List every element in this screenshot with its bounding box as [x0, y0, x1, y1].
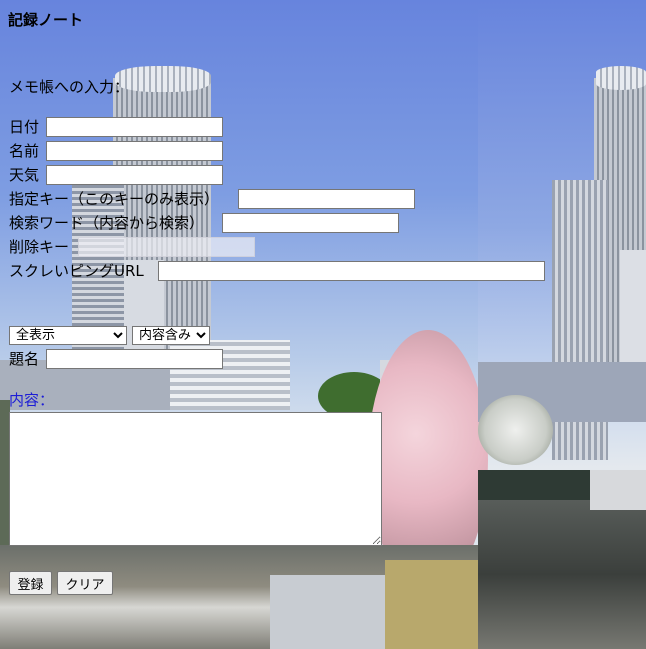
search-input[interactable]	[222, 213, 399, 233]
clear-button[interactable]: クリア	[57, 571, 113, 595]
name-label: 名前	[9, 142, 40, 160]
name-input[interactable]	[46, 141, 223, 161]
match-mode-select[interactable]: 内容含み	[132, 326, 210, 345]
scraping-url-label: スクレいピングURL	[9, 262, 144, 280]
weather-input[interactable]	[46, 165, 223, 185]
search-label: 検索ワード（内容から検索）	[9, 214, 205, 232]
section-label: メモ帳への入力：	[9, 78, 130, 96]
date-label: 日付	[9, 118, 40, 136]
subject-label: 題名	[9, 350, 40, 368]
date-input[interactable]	[46, 117, 223, 137]
page-title: 記録ノート	[8, 11, 84, 29]
delete-key-label: 削除キー	[9, 238, 70, 256]
register-button[interactable]: 登録	[9, 571, 52, 595]
display-mode-select[interactable]: 全表示	[9, 326, 127, 345]
content-textarea[interactable]	[9, 412, 382, 546]
key-label: 指定キー（このキーのみ表示）	[9, 190, 220, 208]
weather-label: 天気	[9, 166, 40, 184]
delete-key-input[interactable]	[78, 237, 255, 257]
subject-input[interactable]	[46, 349, 223, 369]
scraping-url-input[interactable]	[158, 261, 545, 281]
content-label: 内容：	[9, 391, 55, 409]
key-input[interactable]	[238, 189, 415, 209]
memo-form: 記録ノート メモ帳への入力： 日付 名前 天気 指定キー（このキーのみ表示） 検…	[0, 0, 646, 649]
